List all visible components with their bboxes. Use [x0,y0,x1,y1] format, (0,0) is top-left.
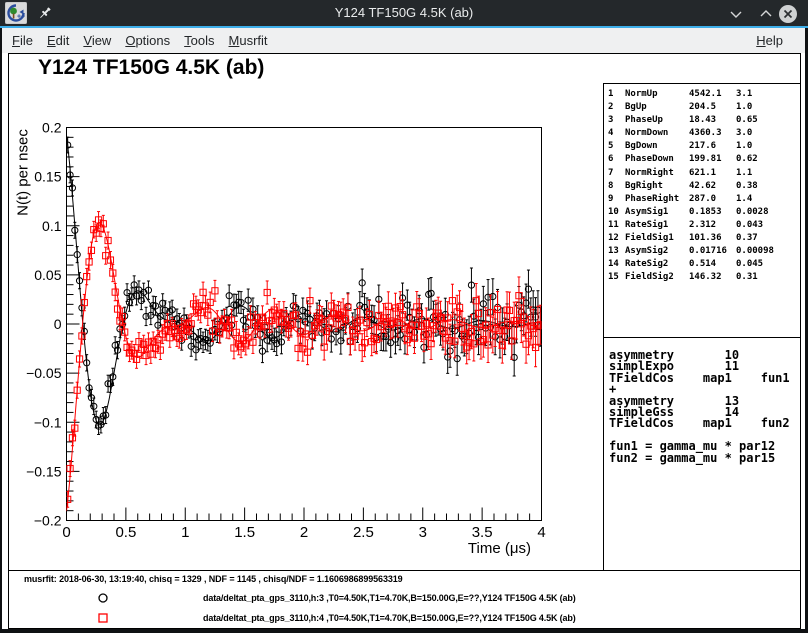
x-axis-label: Time (μs) [331,540,531,557]
param-row-FieldSig2: 15FieldSig2146.320.31 [608,271,796,284]
param-row-PhaseDown: 6PhaseDown199.810.62 [608,153,796,166]
parameter-theory-divider [603,337,800,338]
param-row-BgUp: 2BgUp204.51.0 [608,101,796,114]
fit-info-line: musrfit: 2018-06-30, 13:19:40, chisq = 1… [24,574,403,584]
param-row-PhaseRight: 9PhaseRight287.01.4 [608,193,796,206]
legend-circle-marker [96,591,110,605]
fit-parameter-table: 1NormUp4542.13.12BgUp204.51.03PhaseUp18.… [608,88,796,284]
theory-block: asymmetry 10 simplExpo 11 TFieldCos map1… [609,350,790,464]
param-row-BgDown: 5BgDown217.61.0 [608,140,796,153]
legend-square-marker [96,611,110,625]
legend-entry: data/deltat_pta_gps_3110,h:4 ,T0=4.50K,T… [0,611,800,625]
param-row-NormRight: 7NormRight621.11.1 [608,167,796,180]
param-row-NormDown: 4NormDown4360.33.0 [608,127,796,140]
legend-label: data/deltat_pta_gps_3110,h:3 ,T0=4.50K,T… [203,593,576,603]
y-axis-label: N(t) per nsec [15,118,32,228]
param-row-FieldSig1: 12FieldSig1101.360.37 [608,232,796,245]
application-window: ++ Y124 TF150G 4.5K (ab) FileEditViewOpt… [0,0,808,633]
legend-entry: data/deltat_pta_gps_3110,h:3 ,T0=4.50K,T… [0,591,800,605]
param-row-BgRight: 8BgRight42.620.38 [608,180,796,193]
param-row-RateSig2: 14RateSig20.5140.045 [608,258,796,271]
param-row-PhaseUp: 3PhaseUp18.430.65 [608,114,796,127]
param-row-NormUp: 1NormUp4542.13.1 [608,88,796,101]
param-row-RateSig1: 11RateSig12.3120.043 [608,219,796,232]
param-row-AsymSig1: 10AsymSig10.18530.0028 [608,206,796,219]
plot-title: Y124 TF150G 4.5K (ab) [38,56,264,80]
legend-label: data/deltat_pta_gps_3110,h:4 ,T0=4.50K,T… [203,613,576,623]
param-row-AsymSig2: 13AsymSig20.017160.00098 [608,245,796,258]
